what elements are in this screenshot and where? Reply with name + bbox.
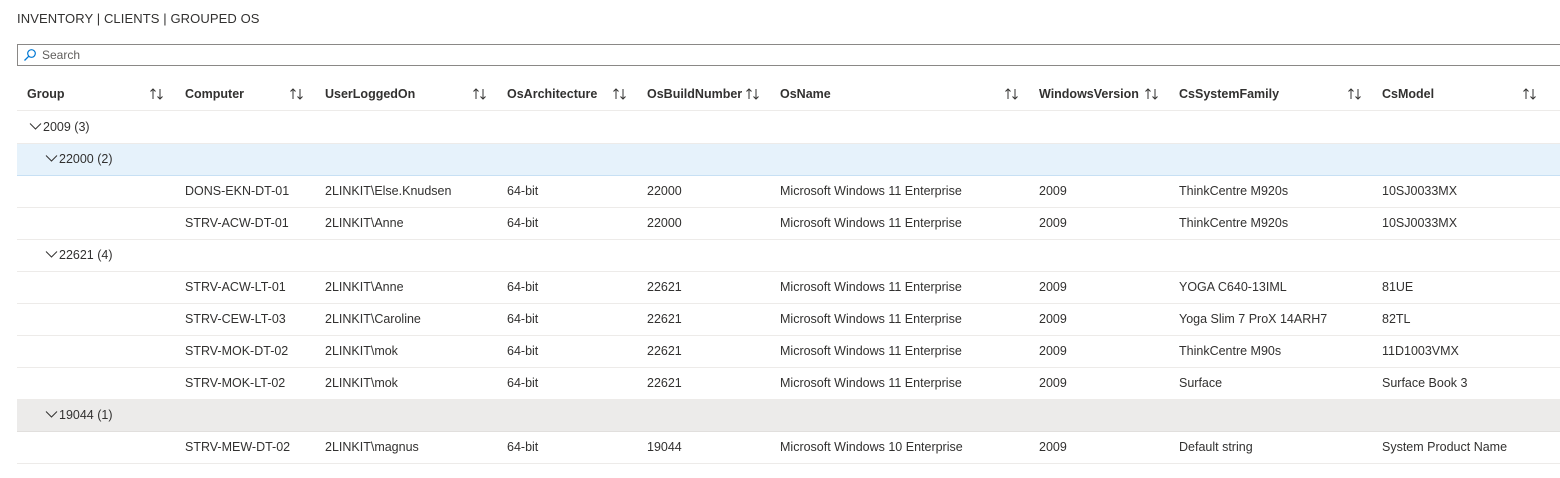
cell-cssystemfamily: Default string <box>1179 440 1253 454</box>
sort-icon[interactable] <box>149 87 165 101</box>
cell-computer: STRV-ACW-DT-01 <box>185 216 289 230</box>
cell-csmodel: 82TL <box>1382 312 1411 326</box>
column-header-computer[interactable]: Computer <box>185 78 244 110</box>
cell-osbuildnumber: 22621 <box>647 344 682 358</box>
cell-computer: STRV-CEW-LT-03 <box>185 312 286 326</box>
chevron-down-icon[interactable] <box>45 154 58 163</box>
cell-osname: Microsoft Windows 11 Enterprise <box>780 376 962 390</box>
cell-osarchitecture: 64-bit <box>507 344 539 358</box>
cell-osname: Microsoft Windows 11 Enterprise <box>780 184 962 198</box>
cell-computer: STRV-MOK-LT-02 <box>185 376 286 390</box>
cell-csmodel: System Product Name <box>1382 440 1508 454</box>
column-header-osarchitecture[interactable]: OsArchitecture <box>507 78 597 110</box>
table-row[interactable]: STRV-ACW-DT-01 2LINKIT\Anne 64-bit 22000… <box>17 208 1560 240</box>
cell-osname: Microsoft Windows 11 Enterprise <box>780 312 962 326</box>
cell-userloggedon: 2LINKIT\Else.Knudsen <box>325 184 452 198</box>
sort-icon[interactable] <box>472 87 488 101</box>
column-header-csmodel[interactable]: CsModel <box>1382 78 1434 110</box>
group-row-2009[interactable]: 2009 (3) <box>17 112 1560 144</box>
page-title: INVENTORY | CLIENTS | GROUPED OS <box>17 11 260 26</box>
group-label: 2009 (3) <box>43 120 90 134</box>
column-header-windowsversion[interactable]: WindowsVersion <box>1039 78 1139 110</box>
cell-osarchitecture: 64-bit <box>507 376 539 390</box>
column-header-group[interactable]: Group <box>27 78 65 110</box>
cell-osarchitecture: 64-bit <box>507 440 539 454</box>
sort-icon[interactable] <box>289 87 305 101</box>
cell-computer: STRV-MOK-DT-02 <box>185 344 289 358</box>
group-label: 22000 (2) <box>59 152 113 166</box>
cell-windowsversion: 2009 <box>1039 184 1067 198</box>
cell-osbuildnumber: 19044 <box>647 440 682 454</box>
sort-icon[interactable] <box>1347 87 1363 101</box>
cell-osarchitecture: 64-bit <box>507 312 539 326</box>
cell-windowsversion: 2009 <box>1039 216 1067 230</box>
column-header-osname[interactable]: OsName <box>780 78 831 110</box>
cell-computer: STRV-MEW-DT-02 <box>185 440 291 454</box>
search-icon <box>24 49 36 61</box>
sort-icon[interactable] <box>745 87 761 101</box>
cell-osbuildnumber: 22000 <box>647 184 682 198</box>
cell-osname: Microsoft Windows 11 Enterprise <box>780 216 962 230</box>
cell-cssystemfamily: ThinkCentre M90s <box>1179 344 1282 358</box>
column-header-cssystemfamily[interactable]: CsSystemFamily <box>1179 78 1279 110</box>
grid-header: Group Computer UserLoggedOn OsArchitectu… <box>17 78 1560 111</box>
cell-userloggedon: 2LINKIT\magnus <box>325 440 419 454</box>
cell-computer: STRV-ACW-LT-01 <box>185 280 286 294</box>
table-row[interactable]: STRV-MOK-DT-02 2LINKIT\mok 64-bit 22621 … <box>17 336 1560 368</box>
cell-osarchitecture: 64-bit <box>507 184 539 198</box>
sort-icon[interactable] <box>1144 87 1160 101</box>
cell-csmodel: 81UE <box>1382 280 1414 294</box>
group-row-22621[interactable]: 22621 (4) <box>17 240 1560 272</box>
cell-osname: Microsoft Windows 11 Enterprise <box>780 280 962 294</box>
sort-icon[interactable] <box>1522 87 1538 101</box>
column-header-userloggedon[interactable]: UserLoggedOn <box>325 78 415 110</box>
group-row-22000[interactable]: 22000 (2) <box>17 144 1560 176</box>
cell-osbuildnumber: 22000 <box>647 216 682 230</box>
cell-userloggedon: 2LINKIT\Anne <box>325 216 404 230</box>
column-header-osbuildnumber[interactable]: OsBuildNumber <box>647 78 742 110</box>
group-label: 19044 (1) <box>59 408 113 422</box>
cell-windowsversion: 2009 <box>1039 376 1067 390</box>
table-row[interactable]: STRV-CEW-LT-03 2LINKIT\Caroline 64-bit 2… <box>17 304 1560 336</box>
group-row-19044[interactable]: 19044 (1) <box>17 400 1560 432</box>
cell-userloggedon: 2LINKIT\mok <box>325 344 398 358</box>
table-row[interactable]: STRV-MEW-DT-02 2LINKIT\magnus 64-bit 190… <box>17 432 1560 464</box>
cell-cssystemfamily: Yoga Slim 7 ProX 14ARH7 <box>1179 312 1328 326</box>
cell-osbuildnumber: 22621 <box>647 376 682 390</box>
cell-windowsversion: 2009 <box>1039 440 1067 454</box>
chevron-down-icon[interactable] <box>29 122 42 131</box>
table-row[interactable]: STRV-MOK-LT-02 2LINKIT\mok 64-bit 22621 … <box>17 368 1560 400</box>
cell-osarchitecture: 64-bit <box>507 216 539 230</box>
cell-osbuildnumber: 22621 <box>647 312 682 326</box>
chevron-down-icon[interactable] <box>45 410 58 419</box>
search-box[interactable] <box>17 44 1560 66</box>
cell-cssystemfamily: YOGA C640-13IML <box>1179 280 1287 294</box>
chevron-down-icon[interactable] <box>45 250 58 259</box>
cell-cssystemfamily: ThinkCentre M920s <box>1179 216 1289 230</box>
cell-cssystemfamily: ThinkCentre M920s <box>1179 184 1289 198</box>
sort-icon[interactable] <box>612 87 628 101</box>
table-row[interactable]: DONS-EKN-DT-01 2LINKIT\Else.Knudsen 64-b… <box>17 176 1560 208</box>
group-label: 22621 (4) <box>59 248 113 262</box>
table-row[interactable]: STRV-ACW-LT-01 2LINKIT\Anne 64-bit 22621… <box>17 272 1560 304</box>
cell-csmodel: Surface Book 3 <box>1382 376 1468 390</box>
cell-osname: Microsoft Windows 11 Enterprise <box>780 344 962 358</box>
cell-csmodel: 10SJ0033MX <box>1382 216 1458 230</box>
search-input[interactable] <box>42 45 1442 65</box>
cell-csmodel: 11D1003VMX <box>1382 344 1459 358</box>
cell-csmodel: 10SJ0033MX <box>1382 184 1458 198</box>
sort-icon[interactable] <box>1004 87 1020 101</box>
cell-userloggedon: 2LINKIT\Anne <box>325 280 404 294</box>
cell-windowsversion: 2009 <box>1039 312 1067 326</box>
cell-osbuildnumber: 22621 <box>647 280 682 294</box>
cell-windowsversion: 2009 <box>1039 344 1067 358</box>
cell-cssystemfamily: Surface <box>1179 376 1223 390</box>
cell-computer: DONS-EKN-DT-01 <box>185 184 290 198</box>
cell-osarchitecture: 64-bit <box>507 280 539 294</box>
cell-windowsversion: 2009 <box>1039 280 1067 294</box>
cell-userloggedon: 2LINKIT\Caroline <box>325 312 421 326</box>
cell-osname: Microsoft Windows 10 Enterprise <box>780 440 963 454</box>
cell-userloggedon: 2LINKIT\mok <box>325 376 398 390</box>
